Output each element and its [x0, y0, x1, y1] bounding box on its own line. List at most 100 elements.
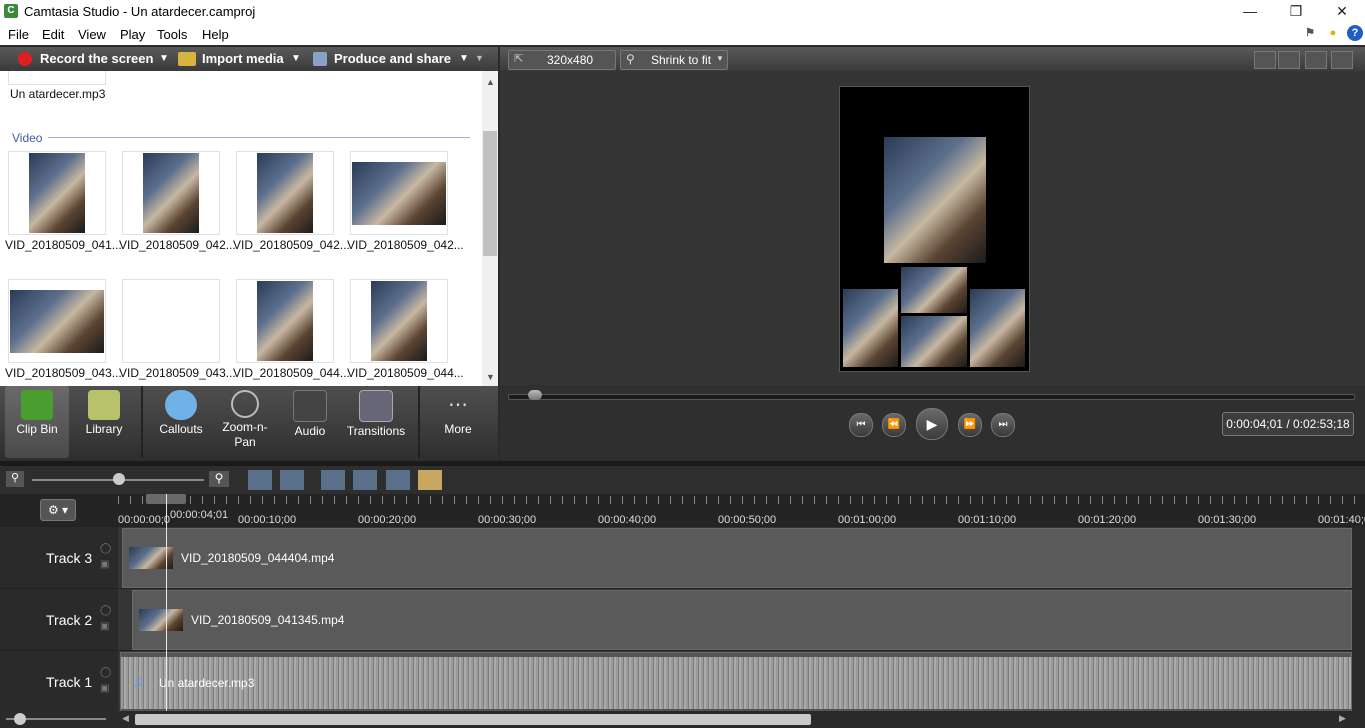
- zoom-n-pan-tab[interactable]: Zoom-n- Pan: [214, 386, 276, 458]
- search-icon: ⚲: [626, 52, 635, 66]
- camtasia-app-icon: C: [4, 4, 18, 18]
- zoom-fit-label: Shrink to fit: [651, 53, 712, 67]
- menu-edit[interactable]: Edit: [42, 27, 64, 42]
- menu-file[interactable]: File: [8, 27, 29, 42]
- lock-icon[interactable]: ▣: [100, 683, 109, 694]
- callouts-label: Callouts: [159, 422, 203, 436]
- skip-to-end-icon[interactable]: ⏭: [991, 413, 1015, 437]
- import-media-button[interactable]: Import media: [202, 51, 284, 66]
- audio-clip[interactable]: ♫ Un atardecer.mp3: [120, 652, 1352, 712]
- help-icon[interactable]: ?: [1347, 25, 1363, 41]
- magnifier-icon: [231, 390, 259, 418]
- visibility-eye-icon[interactable]: ◯: [100, 543, 111, 554]
- menu-play[interactable]: Play: [120, 27, 145, 42]
- detach-preview-icon[interactable]: [1331, 51, 1353, 69]
- tips-lightbulb-icon[interactable]: ●: [1325, 25, 1341, 41]
- audio-tab[interactable]: Audio: [280, 386, 340, 458]
- zoom-out-icon[interactable]: ⚲: [6, 471, 24, 487]
- menu-tools[interactable]: Tools: [157, 27, 187, 42]
- play-button[interactable]: ▶: [916, 408, 948, 440]
- audio-thumbnail[interactable]: [8, 71, 106, 85]
- timeline-clip[interactable]: VID_20180509_044404.mp4: [122, 528, 1352, 588]
- zoom-slider-handle[interactable]: [113, 473, 125, 485]
- video-thumbnail[interactable]: [8, 151, 106, 235]
- fullscreen-icon[interactable]: [1305, 51, 1327, 69]
- toolbar-overflow-icon[interactable]: ▼: [475, 53, 484, 63]
- ruler-tick-label: 00:00:20;00: [358, 514, 417, 526]
- lock-icon[interactable]: ▣: [100, 559, 109, 570]
- video-thumbnail[interactable]: [122, 151, 220, 235]
- undo-icon[interactable]: [248, 470, 272, 490]
- video-thumbnail[interactable]: [236, 151, 334, 235]
- scroll-up-icon[interactable]: ▲: [486, 77, 495, 87]
- produce-share-button[interactable]: Produce and share: [334, 51, 451, 66]
- scroll-down-icon[interactable]: ▼: [486, 372, 495, 382]
- clip-bin-tab[interactable]: Clip Bin: [5, 386, 69, 458]
- zoom-fit-dropdown[interactable]: ⚲ Shrink to fit ▼: [620, 50, 728, 70]
- menu-view[interactable]: View: [78, 27, 106, 42]
- pip-frame: [901, 267, 967, 313]
- timeline-toolbar: ⚲ ⚲: [0, 466, 1365, 494]
- close-button[interactable]: ✕: [1319, 0, 1365, 23]
- record-dropdown-icon[interactable]: ▼: [159, 53, 169, 64]
- rewind-icon[interactable]: ⏪: [882, 413, 906, 437]
- video-label: VID_20180509_044...: [347, 366, 464, 380]
- task-tabs: Clip Bin Library Callouts Zoom-n- Pan Au…: [0, 386, 498, 461]
- video-thumbnail[interactable]: [122, 279, 220, 363]
- notification-bell-icon[interactable]: ⚑: [1302, 25, 1318, 41]
- scroll-right-icon[interactable]: ▶: [1339, 713, 1346, 724]
- more-tab[interactable]: ⋯ More: [428, 386, 488, 458]
- playhead-line[interactable]: [166, 494, 167, 711]
- dimensions-dropdown[interactable]: ⇱ 320x480: [508, 50, 616, 70]
- video-label: VID_20180509_043...: [119, 366, 236, 380]
- video-thumbnail[interactable]: [350, 151, 448, 235]
- callouts-tab[interactable]: Callouts: [150, 386, 212, 458]
- library-label: Library: [85, 422, 123, 436]
- scroll-thumb[interactable]: [483, 131, 497, 256]
- record-screen-button[interactable]: Record the screen: [40, 51, 153, 66]
- lock-icon[interactable]: ▣: [100, 621, 109, 632]
- gear-icon[interactable]: ⚙ ▾: [40, 499, 76, 521]
- audio-note-icon: ♫: [133, 673, 144, 689]
- library-tab[interactable]: Library: [73, 386, 135, 458]
- skip-to-start-icon[interactable]: ⏮: [849, 413, 873, 437]
- minimize-button[interactable]: —: [1227, 0, 1273, 23]
- zoom-in-icon[interactable]: ⚲: [209, 471, 229, 487]
- cut-icon[interactable]: [321, 470, 345, 490]
- clip-bin-scrollbar[interactable]: ▲ ▼: [482, 71, 498, 386]
- preview-toolbar: ⇱ 320x480 ⚲ Shrink to fit ▼: [500, 47, 1365, 71]
- ruler-tick-label: 00:01:30;00: [1198, 514, 1257, 526]
- video-thumbnail[interactable]: [350, 279, 448, 363]
- paste-icon[interactable]: [418, 470, 442, 490]
- video-thumbnail[interactable]: [236, 279, 334, 363]
- library-folder-icon: [88, 390, 120, 420]
- scroll-left-icon[interactable]: ◀: [122, 713, 129, 724]
- audio-waveform: [121, 657, 1351, 709]
- produce-dropdown-icon[interactable]: ▼: [459, 53, 469, 64]
- chevron-down-icon: ▼: [716, 54, 724, 63]
- visibility-eye-icon[interactable]: ◯: [100, 667, 111, 678]
- clip-name: VID_20180509_044404.mp4: [181, 551, 335, 565]
- timeline-vscroll[interactable]: [1352, 526, 1365, 711]
- timeline-clip[interactable]: VID_20180509_041345.mp4: [132, 590, 1352, 650]
- more-label: More: [444, 422, 472, 436]
- timeline-hscroll[interactable]: ◀ ▶: [0, 711, 1365, 728]
- visibility-eye-icon[interactable]: ◯: [100, 605, 111, 616]
- import-dropdown-icon[interactable]: ▼: [291, 53, 301, 64]
- redo-icon[interactable]: [280, 470, 304, 490]
- seek-handle[interactable]: [528, 390, 542, 400]
- preview-canvas[interactable]: [839, 86, 1030, 372]
- seek-track[interactable]: [508, 394, 1355, 400]
- menu-help[interactable]: Help: [202, 27, 229, 42]
- copy-icon[interactable]: [386, 470, 410, 490]
- maximize-button[interactable]: ❐: [1273, 0, 1319, 23]
- track-height-handle[interactable]: [14, 713, 26, 725]
- split-icon[interactable]: [353, 470, 377, 490]
- transitions-tab[interactable]: Transitions: [342, 386, 410, 458]
- video-thumbnail[interactable]: [8, 279, 106, 363]
- hscroll-thumb[interactable]: [135, 714, 811, 725]
- pan-hand-icon[interactable]: [1278, 51, 1300, 69]
- crop-icon[interactable]: [1254, 51, 1276, 69]
- fast-forward-icon[interactable]: ⏩: [958, 413, 982, 437]
- clip-name: Un atardecer.mp3: [159, 676, 255, 690]
